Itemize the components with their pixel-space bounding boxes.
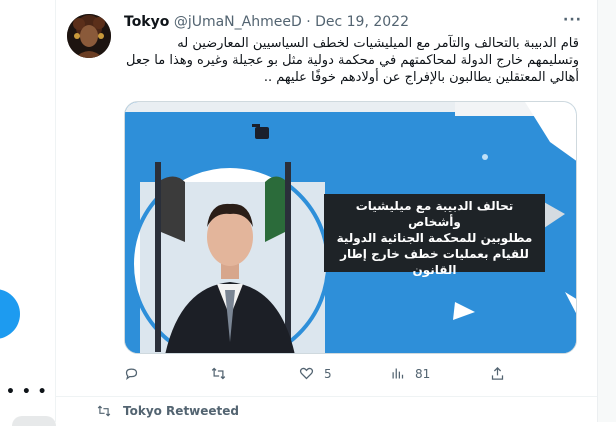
view-count: 81 — [415, 366, 431, 381]
tweet-actions: 5 81 — [124, 366, 578, 386]
reply-icon — [125, 368, 138, 381]
reply-button[interactable] — [124, 366, 139, 381]
retweet-indicator[interactable]: Tokyo Retweeted — [97, 404, 239, 418]
tweet-divider — [56, 396, 597, 397]
tweet-text-line: أهالي المعتقلين يطالبون بالإفراج عن أولا… — [263, 70, 579, 85]
avatar-image — [67, 14, 111, 58]
more-dots-icon[interactable]: • • • — [6, 384, 48, 400]
tweet-text: قام الدبيبة بالتحالف والتآمر مع الميليشي… — [124, 35, 579, 86]
views-button[interactable]: 81 — [390, 366, 430, 381]
tweet-date[interactable]: Dec 19, 2022 — [315, 14, 409, 30]
retweet-button[interactable] — [211, 366, 226, 381]
scrollbar[interactable] — [597, 0, 616, 422]
retweet-icon — [97, 405, 111, 417]
views-icon — [392, 368, 404, 379]
compose-tweet-button[interactable] — [0, 289, 20, 339]
tweet-header: Tokyo @jUmaN_AhmeeD · Dec 19, 2022 — [124, 14, 409, 30]
tweet-text-line: وتسليمهم خارج الدولة لمحاكمتهم في محكمة … — [125, 53, 579, 68]
tweet-text-line: قام الدبيبة بالتحالف والتآمر مع الميليشي… — [177, 36, 579, 51]
tweet-media[interactable]: تحالف الدبيبة مع ميليشيات وأشخاص مطلوبين… — [124, 101, 577, 354]
account-switcher[interactable] — [12, 416, 56, 426]
retweet-label: Tokyo Retweeted — [123, 404, 240, 418]
header-separator: · — [306, 14, 311, 30]
retweet-icon — [211, 367, 226, 380]
caption-line: للقيام بعمليات خطف خارج إطار — [340, 247, 529, 261]
user-handle[interactable]: @jUmaN_AhmeeD — [174, 14, 302, 30]
media-caption: تحالف الدبيبة مع ميليشيات وأشخاص مطلوبين… — [324, 194, 545, 277]
like-count: 5 — [324, 366, 332, 381]
caption-line: القانون — [412, 263, 457, 277]
heart-icon — [299, 367, 314, 380]
share-button[interactable] — [490, 366, 505, 381]
caption-line: تحالف الدبيبة مع ميليشيات وأشخاص — [355, 199, 514, 229]
tweet-more-icon[interactable]: ··· — [563, 12, 582, 28]
display-name[interactable]: Tokyo — [124, 14, 169, 30]
share-icon — [491, 366, 504, 380]
like-button[interactable]: 5 — [299, 366, 332, 381]
avatar[interactable] — [67, 14, 111, 58]
caption-line: مطلوبين للمحكمة الجنائية الدولية — [336, 231, 533, 245]
